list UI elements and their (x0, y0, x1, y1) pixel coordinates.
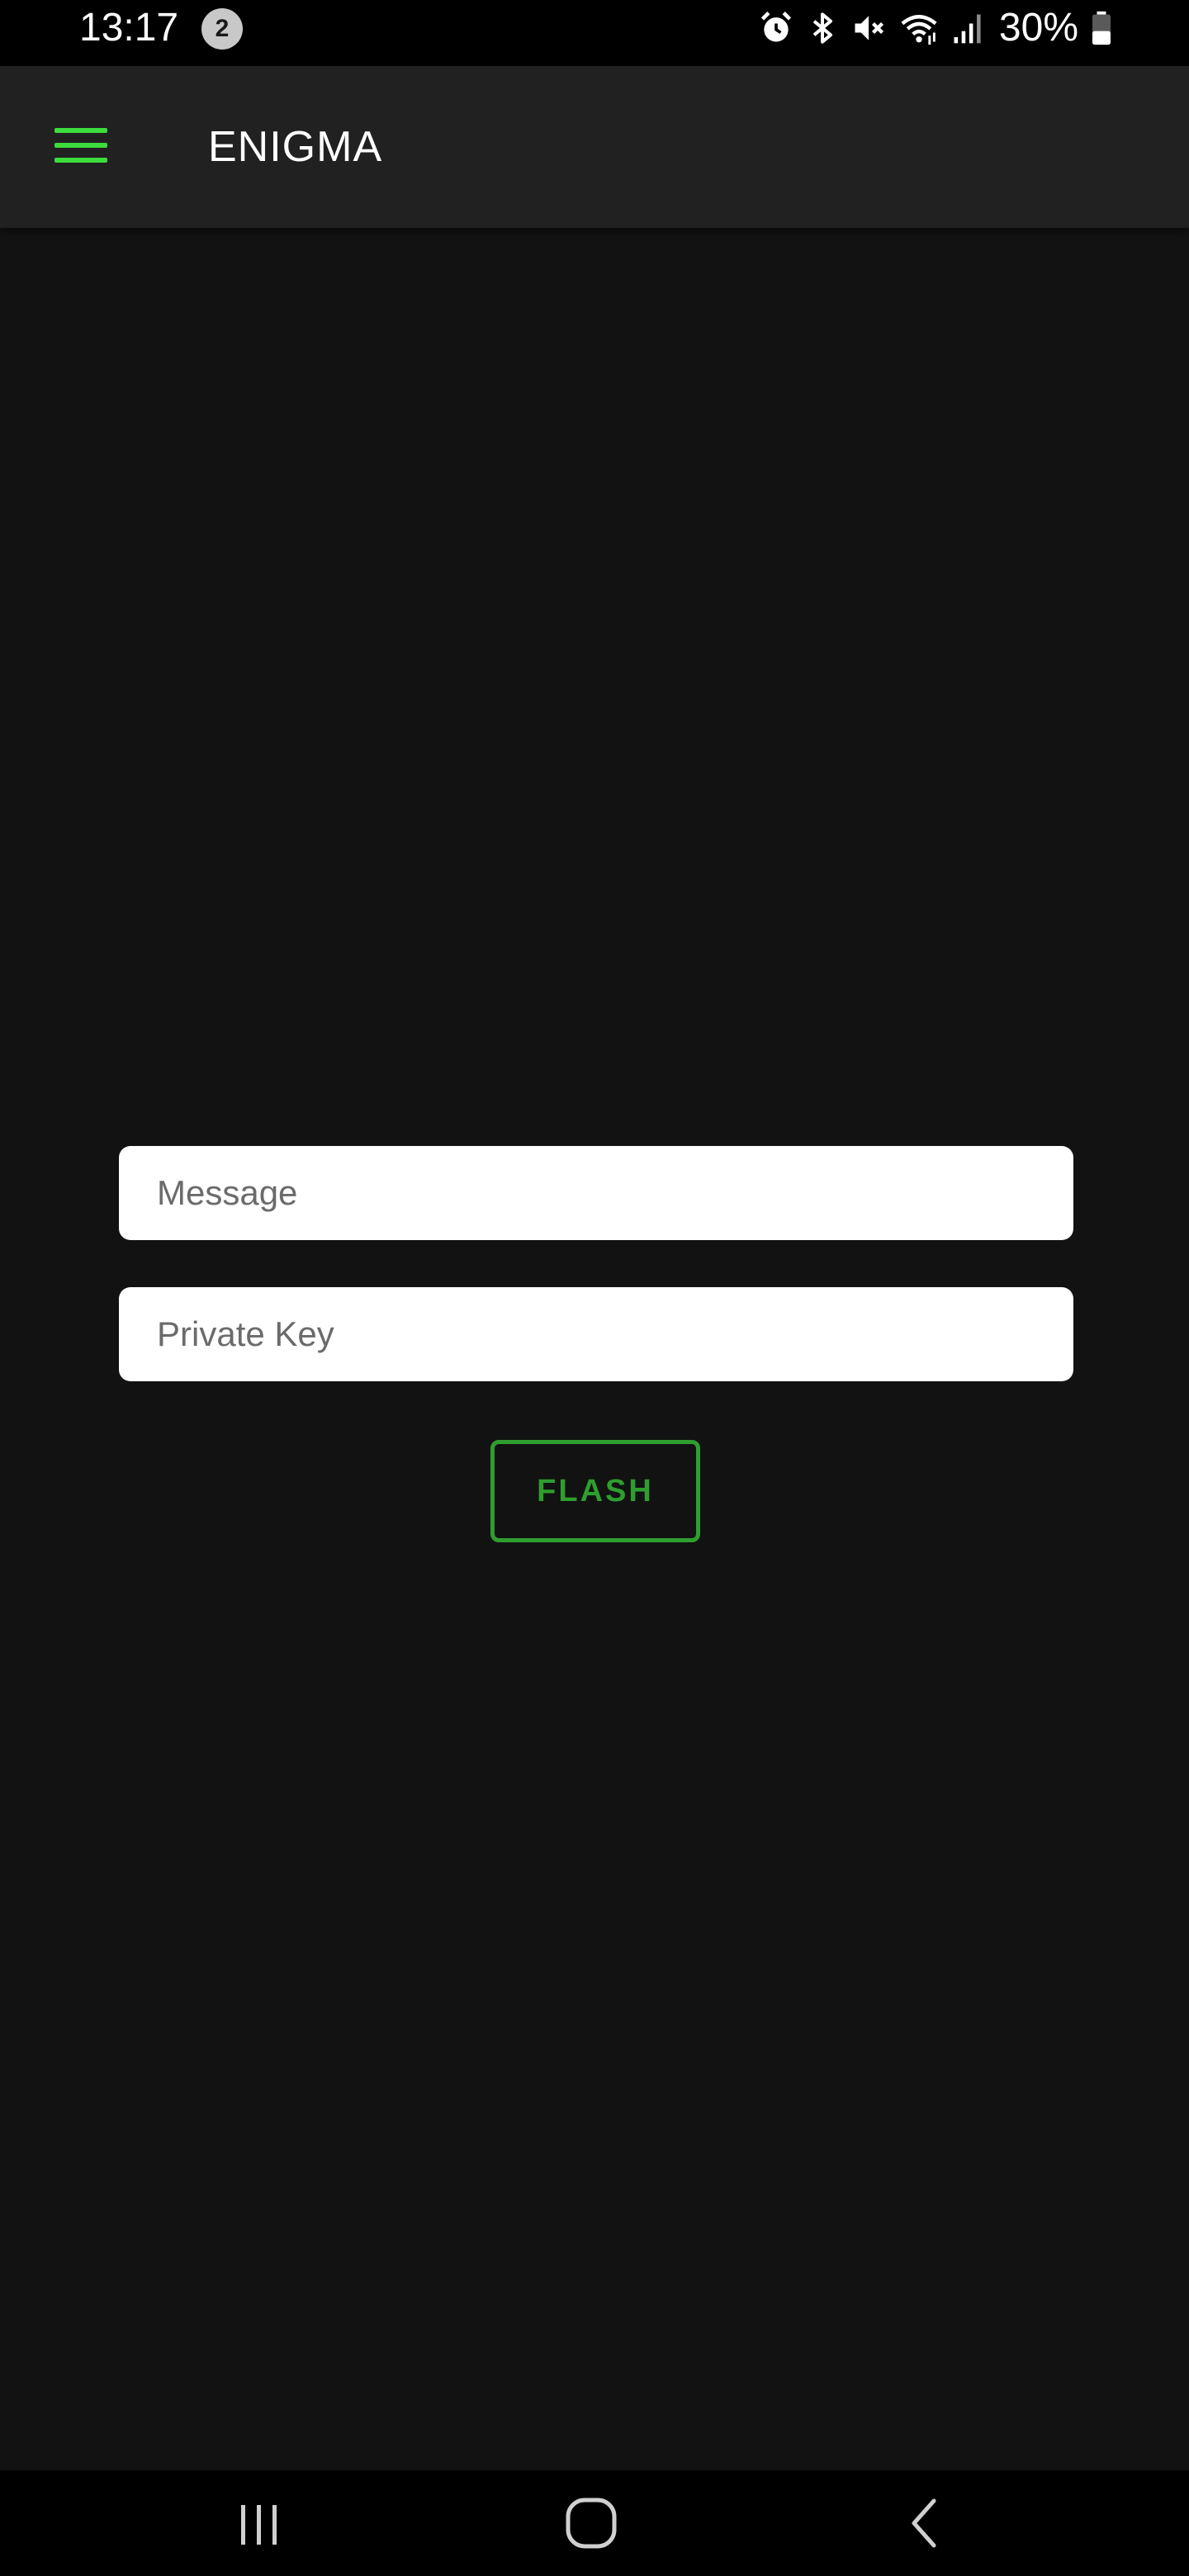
message-input[interactable] (119, 1146, 1073, 1240)
recents-button[interactable] (210, 2492, 309, 2558)
bluetooth-icon (806, 10, 839, 46)
back-button[interactable] (875, 2492, 974, 2558)
status-bar: 13:17 2 30% (0, 0, 1189, 66)
notification-count-badge: 2 (201, 8, 243, 50)
app-title: ENIGMA (208, 123, 383, 171)
signal-icon (951, 10, 984, 46)
battery-percent: 30% (998, 6, 1078, 50)
menu-button[interactable] (38, 106, 124, 188)
home-icon (564, 2496, 618, 2555)
status-time: 13:17 (79, 6, 179, 50)
flash-button[interactable]: FLASH (490, 1440, 700, 1542)
recents-icon (234, 2498, 284, 2552)
app-screen: 13:17 2 30% ENIGMA Message Private Key F… (0, 0, 1189, 2576)
system-nav-bar (0, 2470, 1189, 2576)
hamburger-menu-icon (54, 126, 107, 168)
alarm-icon (758, 10, 794, 46)
battery-icon (1090, 10, 1113, 46)
private-key-input[interactable] (119, 1287, 1073, 1381)
status-icons: 30% (758, 5, 1113, 51)
mute-icon (850, 10, 887, 46)
wifi-icon (898, 10, 940, 46)
home-button[interactable] (542, 2492, 641, 2558)
app-bar: ENIGMA (0, 66, 1189, 228)
back-icon (904, 2496, 945, 2555)
